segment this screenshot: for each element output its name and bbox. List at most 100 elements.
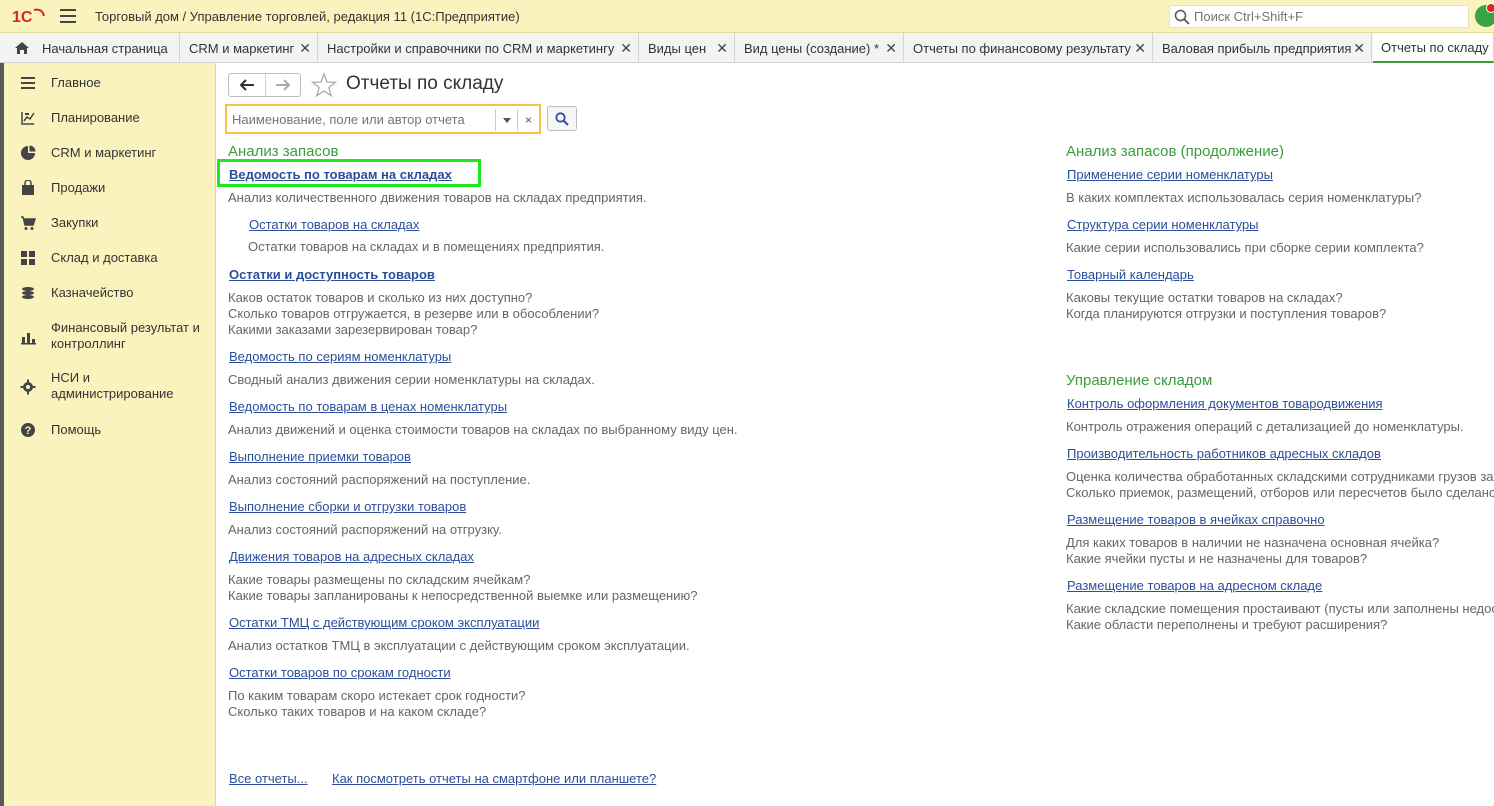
1c-logo-icon[interactable]: 1С: [12, 6, 46, 26]
report-desc: Анализ остатков ТМЦ в эксплуатации с дей…: [228, 638, 690, 653]
arrow-right-icon: [275, 79, 291, 91]
report-desc: Какие товары запланированы к непосредств…: [228, 588, 698, 603]
main-menu-icon[interactable]: [60, 9, 76, 23]
sidebar-item-treasury[interactable]: Казначейство: [4, 283, 214, 303]
coins-icon: [22, 287, 34, 299]
close-icon[interactable]: ✕: [620, 40, 632, 57]
tab-label: Виды цен: [648, 40, 707, 56]
tab-gross-profit[interactable]: Валовая прибыль предприятия ✕: [1154, 33, 1372, 63]
report-desc: Когда планируются отгрузки и поступления…: [1066, 306, 1387, 321]
sidebar-item-admin[interactable]: НСИ и администрирование: [4, 369, 214, 405]
report-link[interactable]: Остатки товаров на складах: [249, 217, 419, 232]
close-icon[interactable]: ✕: [885, 40, 897, 57]
report-desc: Какие области переполнены и требуют расш…: [1066, 617, 1388, 632]
page-title: Отчеты по складу: [346, 73, 504, 94]
report-link[interactable]: Остатки и доступность товаров: [229, 267, 435, 282]
all-reports-link[interactable]: Все отчеты...: [229, 771, 308, 786]
sidebar-item-main[interactable]: Главное: [4, 73, 214, 93]
forward-button[interactable]: [264, 74, 301, 96]
sidebar-item-label: Планирование: [51, 110, 140, 125]
report-search-button[interactable]: [547, 106, 577, 131]
search-icon: [1174, 9, 1190, 25]
report-desc: Какие серии использовались при сборке се…: [1066, 240, 1424, 255]
tab-price-type-create[interactable]: Вид цены (создание) * ✕: [736, 33, 904, 63]
tab-label: Начальная страница: [42, 40, 168, 56]
sidebar-item-label: Финансовый результат и контроллинг: [51, 320, 200, 351]
report-link[interactable]: Структура серии номенклатуры: [1067, 217, 1259, 232]
report-link[interactable]: Остатки товаров по срокам годности: [229, 665, 451, 680]
sidebar-item-warehouse[interactable]: Склад и доставка: [4, 248, 214, 268]
report-desc: Сколько приемок, размещений, отборов или…: [1066, 485, 1494, 500]
report-desc: Оценка количества обработанных складским…: [1066, 469, 1494, 484]
global-search-input[interactable]: [1190, 9, 1460, 24]
report-desc: Какие складские помещения простаивают (п…: [1066, 601, 1494, 616]
report-link[interactable]: Размещение товаров в ячейках справочно: [1067, 512, 1325, 527]
shopping-bag-icon: [22, 180, 34, 195]
nav-buttons: [228, 73, 301, 97]
tab-price-types[interactable]: Виды цен ✕: [640, 33, 735, 63]
close-icon[interactable]: ✕: [716, 40, 728, 57]
report-link[interactable]: Применение серии номенклатуры: [1067, 167, 1273, 182]
sidebar-item-label: НСИ и администрирование: [51, 370, 174, 401]
global-search[interactable]: [1169, 5, 1469, 28]
sidebar-item-label: CRM и маркетинг: [51, 145, 157, 160]
favorite-star-icon[interactable]: [311, 72, 337, 98]
svg-text:1С: 1С: [12, 9, 33, 26]
report-search-input[interactable]: [232, 111, 492, 128]
report-link[interactable]: Товарный календарь: [1067, 267, 1194, 282]
sidebar-item-sales[interactable]: Продажи: [4, 178, 214, 198]
close-icon[interactable]: ✕: [1353, 40, 1365, 57]
report-desc: Сводный анализ движения серии номенклату…: [228, 372, 595, 387]
report-link[interactable]: Ведомость по сериям номенклатуры: [229, 349, 451, 364]
arrow-left-icon: [239, 79, 254, 91]
sidebar-item-finance[interactable]: Финансовый результат и контроллинг: [4, 319, 214, 355]
sidebar: Главное Планирование CRM и маркетинг Про…: [4, 63, 216, 806]
title-bar: 1С Торговый дом / Управление торговлей, …: [0, 0, 1494, 33]
tab-label: Валовая прибыль предприятия: [1162, 40, 1352, 56]
sidebar-item-help[interactable]: ? Помощь: [4, 420, 214, 440]
sidebar-item-label: Помощь: [51, 422, 102, 437]
report-desc: Анализ состояний распоряжений на поступл…: [228, 472, 531, 487]
close-icon[interactable]: ✕: [1134, 40, 1146, 57]
report-search-field[interactable]: ×: [225, 104, 541, 134]
tab-bar: Начальная страница CRM и маркетинг ✕ Наст…: [0, 33, 1494, 63]
report-link[interactable]: Ведомость по товарам в ценах номенклатур…: [229, 399, 507, 414]
cart-icon: [21, 216, 36, 230]
report-link[interactable]: Производительность работников адресных с…: [1067, 446, 1381, 461]
mobile-reports-link[interactable]: Как посмотреть отчеты на смартфоне или п…: [332, 771, 656, 786]
report-link[interactable]: Выполнение приемки товаров: [229, 449, 411, 464]
tab-label: CRM и маркетинг: [189, 40, 295, 56]
menu-icon: [21, 77, 35, 89]
report-desc: Контроль отражения операций с детализаци…: [1066, 419, 1464, 434]
sidebar-item-label: Закупки: [51, 215, 99, 230]
report-link[interactable]: Движения товаров на адресных складах: [229, 549, 474, 564]
tab-label: Отчеты по финансовому результату: [913, 40, 1131, 56]
sidebar-item-crm[interactable]: CRM и маркетинг: [4, 143, 214, 163]
report-desc: Сколько товаров отгружается, в резерве и…: [228, 306, 600, 321]
report-desc: Остатки товаров на складах и в помещения…: [248, 239, 605, 254]
tab-crm[interactable]: CRM и маркетинг ✕: [181, 33, 318, 63]
clear-button[interactable]: ×: [517, 109, 539, 131]
tab-home[interactable]: Начальная страница: [0, 33, 180, 63]
report-desc: Каков остаток товаров и сколько из них д…: [228, 290, 533, 305]
tab-crm-settings[interactable]: Настройки и справочники по CRM и маркети…: [319, 33, 639, 63]
sidebar-item-purchases[interactable]: Закупки: [4, 213, 214, 233]
report-link[interactable]: Контроль оформления документов товародви…: [1067, 396, 1383, 411]
report-link[interactable]: Ведомость по товарам на складах: [229, 167, 452, 182]
dropdown-button[interactable]: [495, 109, 517, 131]
planning-icon: [21, 112, 35, 125]
report-link[interactable]: Остатки ТМЦ с действующим сроком эксплуа…: [229, 615, 539, 630]
tab-label: Вид цены (создание) *: [744, 40, 880, 56]
chevron-down-icon: [502, 117, 511, 123]
tab-warehouse-reports[interactable]: Отчеты по складу: [1373, 33, 1494, 63]
close-icon[interactable]: ✕: [299, 40, 311, 57]
sidebar-item-planning[interactable]: Планирование: [4, 108, 214, 128]
sidebar-item-label: Склад и доставка: [51, 250, 158, 265]
report-link[interactable]: Размещение товаров на адресном складе: [1067, 578, 1322, 593]
back-button[interactable]: [229, 74, 265, 96]
search-icon: [555, 111, 569, 126]
section-title-stock-analysis-cont: Анализ запасов (продолжение): [1066, 143, 1285, 160]
report-desc: В каких комплектах использовалась серия …: [1066, 190, 1422, 205]
report-link[interactable]: Выполнение сборки и отгрузки товаров: [229, 499, 466, 514]
tab-financial-reports[interactable]: Отчеты по финансовому результату ✕: [905, 33, 1153, 63]
